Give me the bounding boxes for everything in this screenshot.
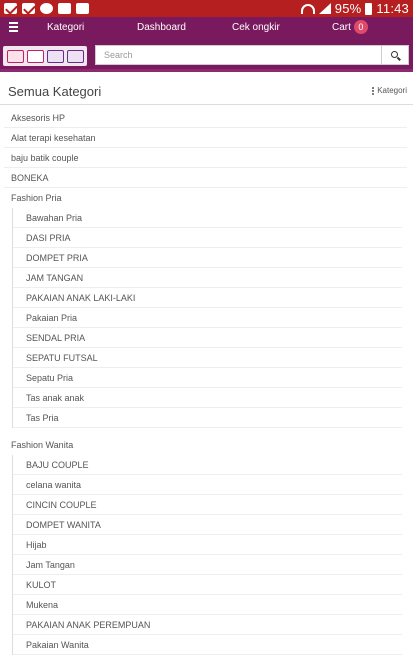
subcategory-item[interactable]: Bawahan Pria bbox=[13, 208, 402, 228]
category-list-2: Fashion Wanita bbox=[4, 435, 407, 455]
subcategory-item[interactable]: Tas Pria bbox=[13, 408, 402, 428]
search-bar bbox=[0, 38, 413, 72]
page-title: Semua Kategori bbox=[8, 84, 102, 99]
category-fashion-pria[interactable]: Fashion Pria bbox=[4, 188, 407, 208]
top-nav: Kategori Dashboard Cek ongkir Cart 0 bbox=[0, 17, 413, 38]
nav-dashboard[interactable]: Dashboard bbox=[137, 22, 186, 33]
kategori-link-label: Kategori bbox=[377, 86, 407, 95]
photo-icon bbox=[76, 3, 89, 14]
subcategory-item[interactable]: Jam Tangan bbox=[13, 555, 402, 575]
whatsapp-icon bbox=[40, 3, 53, 14]
subcategory-item[interactable]: SENDAL PRIA bbox=[13, 328, 402, 348]
search-input[interactable] bbox=[95, 45, 382, 65]
subcategory-list-fashion-pria: Bawahan Pria DASI PRIA DOMPET PRIA JAM T… bbox=[12, 208, 402, 428]
category-item[interactable]: BONEKA bbox=[4, 168, 407, 188]
wifi-icon bbox=[300, 3, 315, 14]
subcategory-item[interactable]: Tas anak anak bbox=[13, 388, 402, 408]
subcategory-item[interactable]: PAKAIAN ANAK LAKI-LAKI bbox=[13, 288, 402, 308]
cart-label: Cart bbox=[332, 21, 351, 33]
subcategory-item[interactable]: KULOT bbox=[13, 575, 402, 595]
subcategory-item[interactable]: Mukena bbox=[13, 595, 402, 615]
more-vertical-icon bbox=[372, 86, 375, 95]
category-list: Aksesoris HP Alat terapi kesehatan baju … bbox=[4, 108, 407, 208]
category-fashion-wanita[interactable]: Fashion Wanita bbox=[4, 435, 407, 455]
subcategory-item[interactable]: SEPATU FUTSAL bbox=[13, 348, 402, 368]
subcategory-item[interactable]: CINCIN COUPLE bbox=[13, 495, 402, 515]
kategori-menu-link[interactable]: Kategori bbox=[372, 86, 407, 95]
search-icon bbox=[391, 51, 398, 58]
subcategory-item[interactable]: BAJU COUPLE bbox=[13, 455, 402, 475]
subcategory-item[interactable]: PAKAIAN ANAK PEREMPUAN bbox=[13, 615, 402, 635]
logo-mark-1 bbox=[6, 49, 24, 63]
subcategory-item[interactable]: Pakaian Wanita bbox=[13, 635, 402, 655]
logo-mark-2 bbox=[26, 49, 44, 63]
subcategory-list-fashion-wanita: BAJU COUPLE celana wanita CINCIN COUPLE … bbox=[12, 455, 402, 655]
category-item[interactable]: Aksesoris HP bbox=[4, 108, 407, 128]
hamburger-icon[interactable] bbox=[9, 22, 18, 32]
battery-percent: 95% bbox=[334, 1, 362, 16]
subcategory-item[interactable]: Sepatu Pria bbox=[13, 368, 402, 388]
subcategory-item[interactable]: Pakaian Pria bbox=[13, 308, 402, 328]
search-button[interactable] bbox=[382, 45, 409, 65]
cart-count-badge: 0 bbox=[353, 20, 368, 34]
category-item[interactable]: Alat terapi kesehatan bbox=[4, 128, 407, 148]
signal-icon bbox=[318, 3, 331, 14]
nav-cart[interactable]: Cart 0 bbox=[332, 20, 368, 34]
category-header: Semua Kategori Kategori bbox=[0, 72, 413, 104]
subcategory-item[interactable]: Hijab bbox=[13, 535, 402, 555]
gmail-icon bbox=[22, 3, 35, 14]
download-icon bbox=[58, 3, 71, 14]
store-logo[interactable] bbox=[3, 46, 87, 66]
subcategory-item[interactable]: JAM TANGAN bbox=[13, 268, 402, 288]
subcategory-item[interactable]: DOMPET WANITA bbox=[13, 515, 402, 535]
subcategory-item[interactable]: DASI PRIA bbox=[13, 228, 402, 248]
logo-mark-3 bbox=[46, 49, 64, 63]
system-indicators: 95% 11:43 bbox=[300, 1, 409, 16]
gmail-icon bbox=[4, 3, 17, 14]
subcategory-item[interactable]: DOMPET PRIA bbox=[13, 248, 402, 268]
notification-icons bbox=[4, 3, 89, 14]
subcategory-item[interactable]: celana wanita bbox=[13, 475, 402, 495]
clock: 11:43 bbox=[376, 1, 409, 16]
status-bar: 95% 11:43 bbox=[0, 0, 413, 17]
nav-cek-ongkir[interactable]: Cek ongkir bbox=[232, 22, 280, 33]
category-item[interactable]: baju batik couple bbox=[4, 148, 407, 168]
logo-mark-4 bbox=[66, 49, 84, 63]
battery-icon bbox=[365, 2, 373, 15]
nav-kategori[interactable]: Kategori bbox=[47, 22, 84, 33]
divider bbox=[0, 104, 413, 105]
